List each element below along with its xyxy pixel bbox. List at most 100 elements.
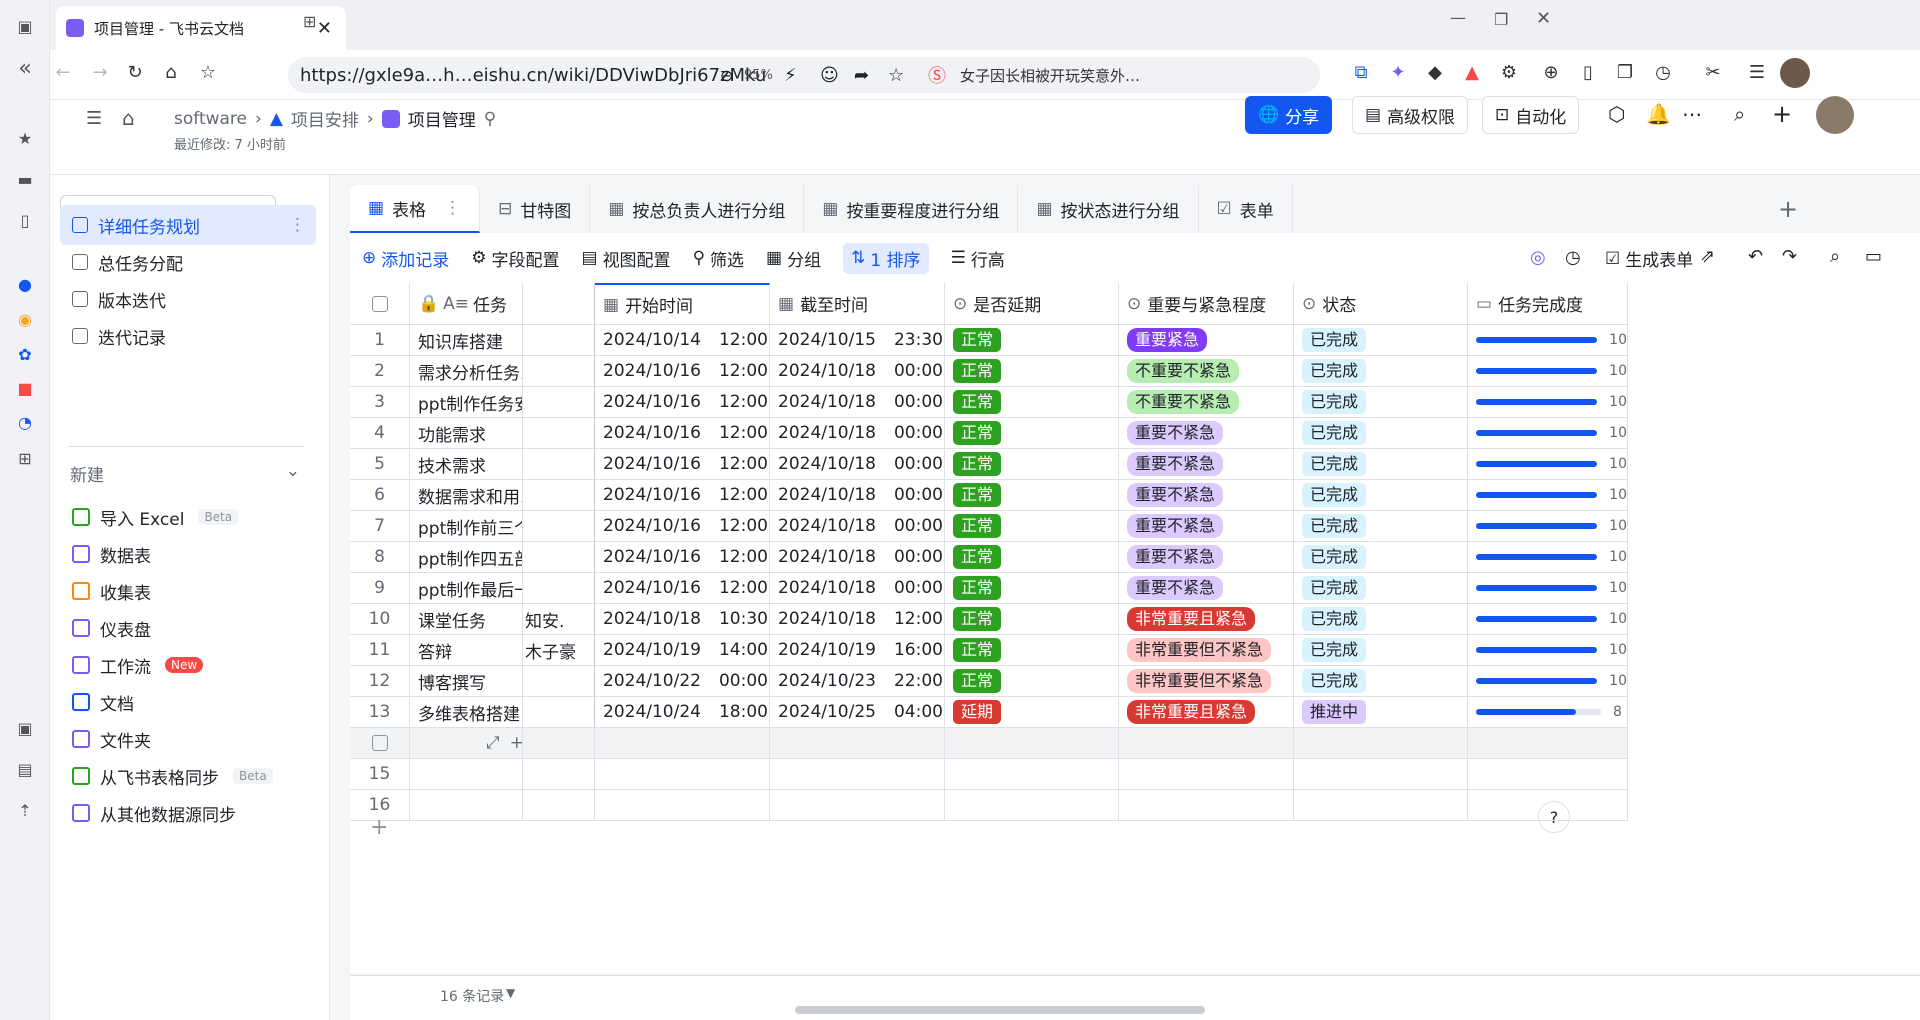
empty-cell[interactable]: [770, 790, 945, 821]
new-item[interactable]: 数据表: [60, 534, 316, 574]
field-config-button[interactable]: ⚙ 字段配置: [471, 246, 559, 271]
cell-delay[interactable]: 正常: [945, 325, 1119, 356]
cell-priority[interactable]: 重要不紧急: [1119, 449, 1294, 480]
redo-icon[interactable]: ↷: [1782, 246, 1797, 267]
download-icon[interactable]: ⊕: [1538, 62, 1564, 83]
cell-delay[interactable]: 正常: [945, 449, 1119, 480]
add-record-button[interactable]: ⊕ 添加记录: [362, 246, 449, 271]
cell-owner[interactable]: [523, 418, 595, 449]
cell-priority[interactable]: 重要不紧急: [1119, 542, 1294, 573]
row-number[interactable]: 12: [350, 666, 410, 697]
add-view-icon[interactable]: +: [1778, 195, 1798, 223]
comment-icon[interactable]: ▭: [1865, 246, 1882, 267]
add-row-icon[interactable]: +: [370, 815, 388, 840]
translate-icon[interactable]: ⧉: [1348, 62, 1374, 83]
column-header-task[interactable]: 🔒 A≡ 任务: [410, 283, 523, 325]
scissors-icon[interactable]: ✂: [1700, 62, 1726, 83]
cell-delay[interactable]: 正常: [945, 573, 1119, 604]
weibo-icon[interactable]: ■: [13, 376, 37, 400]
column-header-priority[interactable]: ⊙ 重要与紧急程度: [1119, 283, 1294, 325]
column-header-delay[interactable]: ⊙ 是否延期: [945, 283, 1119, 325]
profile-avatar[interactable]: [1780, 58, 1810, 88]
share-button[interactable]: 🌐 分享: [1245, 96, 1333, 134]
empty-cell[interactable]: [595, 790, 770, 821]
cell-status[interactable]: 已完成: [1294, 480, 1468, 511]
cell-delay[interactable]: 正常: [945, 511, 1119, 542]
gear-box-icon[interactable]: ▣: [13, 716, 37, 740]
cell-delay[interactable]: 正常: [945, 480, 1119, 511]
sidebar-item-table[interactable]: 总任务分配: [60, 242, 316, 282]
window-close-icon[interactable]: ✕: [1536, 8, 1551, 29]
help-icon[interactable]: ?: [1538, 801, 1570, 833]
extensions-icon[interactable]: ⚙: [1496, 62, 1522, 83]
search-icon[interactable]: ⌕: [1734, 102, 1745, 126]
star-icon[interactable]: ★: [13, 126, 37, 150]
avatar[interactable]: [1816, 96, 1854, 134]
add-icon[interactable]: +: [1772, 100, 1792, 128]
cell-owner[interactable]: [523, 480, 595, 511]
cell-progress[interactable]: 10: [1468, 511, 1628, 542]
outline-icon[interactable]: ☰: [86, 108, 102, 129]
row-number[interactable]: 13: [350, 697, 410, 728]
group-button[interactable]: ▦ 分组: [766, 246, 821, 271]
caret-down-icon[interactable]: ▼: [506, 986, 515, 1000]
cell-status[interactable]: 已完成: [1294, 449, 1468, 480]
cell-priority[interactable]: 重要不紧急: [1119, 511, 1294, 542]
sort-button[interactable]: ⇅ 1 排序: [843, 242, 929, 274]
select-all-header[interactable]: [350, 283, 410, 325]
column-header-owner[interactable]: [523, 283, 595, 325]
cell-delay[interactable]: 正常: [945, 635, 1119, 666]
cell-start[interactable]: 2024/10/16 12:00: [595, 449, 770, 480]
ext-icon-1[interactable]: ◆: [1422, 62, 1448, 83]
cell-delay[interactable]: 正常: [945, 387, 1119, 418]
cell-owner[interactable]: [523, 387, 595, 418]
cell-status[interactable]: 已完成: [1294, 387, 1468, 418]
automation-button[interactable]: ⊡ 自动化: [1482, 96, 1580, 134]
cell-priority[interactable]: 非常重要且紧急: [1119, 697, 1294, 728]
window-icon[interactable]: ▣: [13, 14, 37, 38]
new-row-cell[interactable]: [945, 728, 1119, 759]
empty-cell[interactable]: [945, 790, 1119, 821]
filter-button[interactable]: ⚲ 筛选: [693, 246, 744, 271]
cell-delay[interactable]: 正常: [945, 604, 1119, 635]
app-icon[interactable]: ●: [13, 272, 37, 296]
cell-start[interactable]: 2024/10/16 12:00: [595, 387, 770, 418]
cell-progress[interactable]: 10: [1468, 418, 1628, 449]
new-item[interactable]: 仪表盘: [60, 608, 316, 648]
fav-icon[interactable]: ☆: [888, 65, 904, 86]
new-item[interactable]: 收集表: [60, 571, 316, 611]
empty-cell[interactable]: [410, 759, 523, 790]
cell-start[interactable]: 2024/10/16 12:00: [595, 573, 770, 604]
cell-start[interactable]: 2024/10/14 12:00: [595, 325, 770, 356]
empty-cell[interactable]: [1294, 790, 1468, 821]
cell-task[interactable]: 博客撰写: [410, 666, 523, 697]
cell-progress[interactable]: 10: [1468, 356, 1628, 387]
find-icon[interactable]: ⌕: [1830, 246, 1840, 267]
new-item[interactable]: 文件夹: [60, 719, 316, 759]
cell-task[interactable]: 数据需求和用...: [410, 480, 523, 511]
breadcrumb-parent[interactable]: 项目安排: [291, 106, 359, 131]
reader-icon[interactable]: ☺: [820, 65, 839, 86]
new-row-cell[interactable]: [350, 728, 410, 759]
column-header-end[interactable]: ▦ 截至时间: [770, 283, 945, 325]
sidebar-item-table[interactable]: 迭代记录: [60, 316, 316, 356]
cell-end[interactable]: 2024/10/18 00:00: [770, 511, 945, 542]
empty-cell[interactable]: [410, 790, 523, 821]
history-icon[interactable]: ◷: [1565, 247, 1581, 268]
more-vert-icon[interactable]: ⋮: [444, 198, 461, 218]
cell-owner[interactable]: [523, 542, 595, 573]
cell-status[interactable]: 已完成: [1294, 356, 1468, 387]
cell-owner[interactable]: [523, 511, 595, 542]
cell-priority[interactable]: 重要不紧急: [1119, 480, 1294, 511]
pdf-icon[interactable]: ▲: [1459, 62, 1485, 83]
cell-start[interactable]: 2024/10/16 12:00: [595, 418, 770, 449]
cell-start[interactable]: 2024/10/16 12:00: [595, 480, 770, 511]
cell-status[interactable]: 已完成: [1294, 635, 1468, 666]
cell-start[interactable]: 2024/10/24 18:00: [595, 697, 770, 728]
cell-start[interactable]: 2024/10/22 00:00: [595, 666, 770, 697]
more-vert-icon[interactable]: ⋮: [289, 215, 306, 235]
cell-owner[interactable]: 知安.: [523, 604, 595, 635]
cell-priority[interactable]: 重要紧急: [1119, 325, 1294, 356]
cell-progress[interactable]: 10: [1468, 449, 1628, 480]
new-row-cell[interactable]: [1119, 728, 1294, 759]
